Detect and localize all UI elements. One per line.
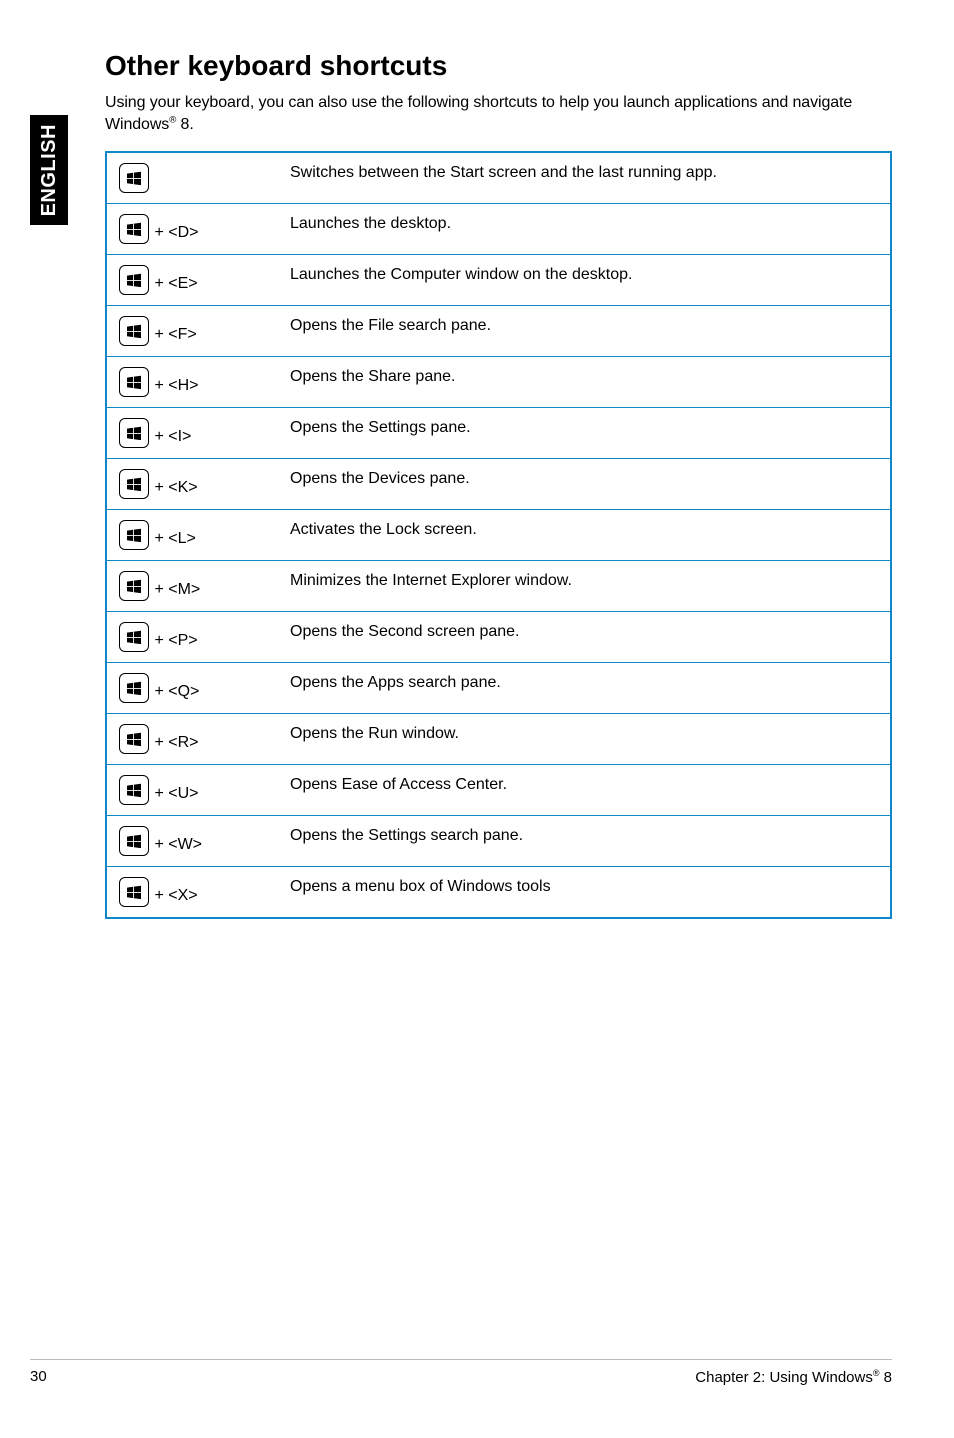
shortcut-cell: + <E> [106, 255, 278, 306]
windows-key-icon [119, 571, 149, 601]
shortcut-cell [106, 152, 278, 204]
language-side-tab: ENGLISH [30, 115, 68, 225]
description-cell: Minimizes the Internet Explorer window. [278, 561, 891, 612]
shortcut-cell: + <D> [106, 204, 278, 255]
table-row: + <P> Opens the Second screen pane. [106, 612, 891, 663]
windows-key-icon [119, 673, 149, 703]
shortcut-cell: + <P> [106, 612, 278, 663]
description-cell: Opens the File search pane. [278, 306, 891, 357]
shortcut-cell: + <U> [106, 765, 278, 816]
table-row: Switches between the Start screen and th… [106, 152, 891, 204]
page-number: 30 [30, 1368, 47, 1386]
shortcut-cell: + <K> [106, 459, 278, 510]
key-combo-text: + <Q> [150, 683, 199, 700]
shortcut-cell: + <X> [106, 867, 278, 919]
shortcut-cell: + <R> [106, 714, 278, 765]
table-row: + <D> Launches the desktop. [106, 204, 891, 255]
description-cell: Activates the Lock screen. [278, 510, 891, 561]
description-cell: Launches the desktop. [278, 204, 891, 255]
key-combo-text: + <L> [150, 530, 196, 547]
key-combo-text: + <W> [150, 836, 202, 853]
intro-paragraph: Using your keyboard, you can also use th… [105, 92, 892, 135]
windows-key-icon [119, 469, 149, 499]
table-row: + <X> Opens a menu box of Windows tools [106, 867, 891, 919]
shortcut-cell: + <M> [106, 561, 278, 612]
windows-key-icon [119, 520, 149, 550]
windows-key-icon [119, 214, 149, 244]
key-combo-text: + <U> [150, 785, 198, 802]
windows-key-icon [119, 877, 149, 907]
windows-key-icon [119, 418, 149, 448]
table-row: + <W> Opens the Settings search pane. [106, 816, 891, 867]
windows-key-icon [119, 622, 149, 652]
table-row: + <E> Launches the Computer window on th… [106, 255, 891, 306]
windows-key-icon [119, 775, 149, 805]
key-combo-text: + <E> [150, 275, 198, 292]
key-combo-text: + <D> [150, 224, 198, 241]
shortcut-cell: + <I> [106, 408, 278, 459]
intro-text-1: Using your keyboard, you can also use th… [105, 94, 852, 133]
windows-key-icon [119, 724, 149, 754]
description-cell: Opens the Settings search pane. [278, 816, 891, 867]
description-cell: Launches the Computer window on the desk… [278, 255, 891, 306]
shortcut-cell: + <H> [106, 357, 278, 408]
description-cell: Opens the Apps search pane. [278, 663, 891, 714]
description-cell: Opens the Run window. [278, 714, 891, 765]
windows-key-icon [119, 265, 149, 295]
language-label: ENGLISH [38, 124, 61, 216]
windows-key-icon [119, 316, 149, 346]
table-row: + <I> Opens the Settings pane. [106, 408, 891, 459]
table-row: + <L> Activates the Lock screen. [106, 510, 891, 561]
table-row: + <R> Opens the Run window. [106, 714, 891, 765]
table-row: + <U> Opens Ease of Access Center. [106, 765, 891, 816]
description-cell: Opens a menu box of Windows tools [278, 867, 891, 919]
key-combo-text: + <F> [150, 326, 197, 343]
key-combo-text: + <K> [150, 479, 198, 496]
windows-key-icon [119, 163, 149, 193]
table-row: + <M> Minimizes the Internet Explorer wi… [106, 561, 891, 612]
windows-key-icon [119, 367, 149, 397]
shortcuts-table: Switches between the Start screen and th… [105, 151, 892, 919]
description-cell: Opens the Settings pane. [278, 408, 891, 459]
page-title: Other keyboard shortcuts [105, 50, 892, 82]
table-row: + <K> Opens the Devices pane. [106, 459, 891, 510]
key-combo-text: + <I> [150, 428, 191, 445]
table-row: + <F> Opens the File search pane. [106, 306, 891, 357]
key-combo-text: + <H> [150, 377, 198, 394]
shortcut-cell: + <F> [106, 306, 278, 357]
key-combo-text: + <M> [150, 581, 200, 598]
key-combo-text: + <R> [150, 734, 198, 751]
shortcut-cell: + <Q> [106, 663, 278, 714]
intro-text-2: 8. [176, 116, 194, 133]
key-combo-text: + <X> [150, 887, 198, 904]
shortcut-cell: + <L> [106, 510, 278, 561]
description-cell: Opens the Share pane. [278, 357, 891, 408]
chapter-label: Chapter 2: Using Windows® 8 [695, 1368, 892, 1386]
table-row: + <H> Opens the Share pane. [106, 357, 891, 408]
description-cell: Switches between the Start screen and th… [278, 152, 891, 204]
windows-key-icon [119, 826, 149, 856]
shortcut-cell: + <W> [106, 816, 278, 867]
description-cell: Opens the Second screen pane. [278, 612, 891, 663]
key-combo-text: + <P> [150, 632, 198, 649]
description-cell: Opens Ease of Access Center. [278, 765, 891, 816]
page-footer: 30 Chapter 2: Using Windows® 8 [30, 1359, 892, 1386]
table-row: + <Q> Opens the Apps search pane. [106, 663, 891, 714]
description-cell: Opens the Devices pane. [278, 459, 891, 510]
